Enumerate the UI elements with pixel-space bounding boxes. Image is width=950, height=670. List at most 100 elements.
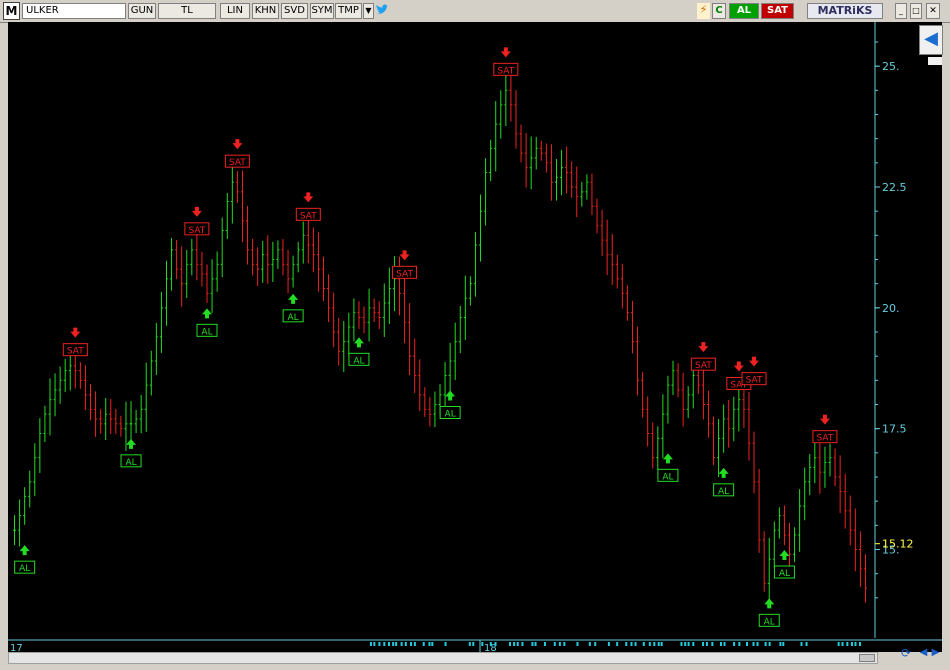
time-tick — [800, 642, 803, 646]
price-bar — [251, 238, 255, 276]
price-bar — [276, 240, 280, 269]
arrow-left-icon[interactable]: ◀ — [919, 25, 943, 55]
scroll-left-icon[interactable]: ◀ — [918, 643, 929, 663]
time-tick — [630, 642, 633, 646]
price-bar — [828, 443, 832, 477]
sell-signal: SAT — [62, 327, 88, 357]
time-tick — [723, 642, 726, 646]
time-tick — [607, 642, 610, 646]
price-bar — [423, 387, 427, 417]
khn-button[interactable]: KHN — [252, 3, 279, 19]
time-tick — [756, 642, 759, 646]
tmp-button[interactable]: TMP — [335, 3, 362, 19]
price-bar — [833, 448, 837, 487]
close-button[interactable]: ✕ — [926, 3, 940, 19]
svd-button[interactable]: SVD — [281, 3, 308, 19]
price-bar — [777, 507, 781, 539]
price-bar — [139, 394, 143, 434]
price-bar — [33, 443, 37, 497]
signal-label: AL — [201, 327, 212, 337]
time-tick — [563, 642, 566, 646]
scroll-thumb[interactable] — [859, 654, 875, 662]
price-bar — [473, 232, 477, 297]
price-bar — [717, 419, 721, 477]
chart-area[interactable]: 25. 22.5 20. 17.5 15. 15.12 AL SAT AL SAT AL SAT AL… — [8, 22, 942, 638]
sym-button[interactable]: SYM — [310, 3, 334, 19]
signal-label: SAT — [746, 376, 763, 386]
time-tick — [513, 642, 516, 646]
time-tick — [733, 642, 736, 646]
time-tick — [779, 642, 782, 646]
sync-icon[interactable]: ⟳ — [897, 643, 915, 663]
price-bar — [615, 254, 619, 289]
price-bar — [322, 256, 326, 301]
arrow-down-icon — [191, 206, 202, 217]
minimize-button[interactable]: _ — [895, 3, 907, 19]
time-tick — [764, 642, 767, 646]
time-tick — [494, 642, 497, 646]
signal-label: SAT — [497, 66, 514, 76]
refresh-button[interactable]: C — [712, 3, 726, 19]
y-axis: 25.22.520.17.515.15.12 — [875, 41, 914, 599]
price-bar — [853, 508, 857, 572]
price-bar — [342, 321, 346, 372]
price-bar — [18, 499, 22, 547]
price-bar — [489, 139, 493, 182]
price-bar — [529, 136, 533, 190]
price-bar — [164, 260, 168, 326]
price-bar — [671, 360, 675, 396]
price-bar — [240, 170, 244, 243]
price-bar — [271, 241, 275, 282]
price-bar — [494, 101, 498, 172]
time-tick — [692, 642, 695, 646]
sell-signal: SAT — [184, 206, 210, 236]
toolbar: M ULKER GUN TL LIN KHN SVD SYM TMP ▼ ⚡ C… — [0, 0, 950, 23]
horizontal-scrollbar[interactable] — [8, 652, 878, 664]
signal-label: AL — [764, 617, 775, 627]
scroll-up-icon[interactable] — [928, 57, 942, 65]
price-bar — [641, 372, 645, 418]
signal-label: SAT — [188, 226, 205, 236]
price-bar — [620, 263, 624, 309]
maximize-button[interactable]: □ — [910, 3, 922, 19]
price-chart[interactable]: 25.22.520.17.515.15.12 AL SAT AL SAT AL SAT AL… — [8, 22, 942, 638]
price-bar — [448, 342, 452, 394]
twitter-icon[interactable] — [375, 3, 389, 19]
buy-signal: AL — [282, 293, 304, 323]
scroll-right-icon[interactable]: ▶ — [930, 643, 941, 663]
symbol-input[interactable]: ULKER — [22, 3, 126, 19]
sell-badge[interactable]: SAT — [761, 3, 794, 19]
flash-icon[interactable]: ⚡ — [697, 3, 710, 19]
signal-label: AL — [718, 487, 729, 497]
arrow-down-icon — [733, 361, 744, 372]
price-bar — [200, 251, 204, 287]
time-axis: 17 18 — [8, 638, 942, 654]
matriks-logo[interactable]: M — [3, 2, 20, 20]
price-bar — [681, 372, 685, 427]
time-tick — [428, 642, 431, 646]
time-tick — [472, 642, 475, 646]
time-tick — [444, 642, 447, 646]
price-bar — [519, 124, 523, 163]
buy-badge[interactable]: AL — [729, 3, 759, 19]
arrow-up-icon — [445, 390, 456, 401]
period-button[interactable]: GUN — [128, 3, 156, 19]
arrow-down-icon — [399, 250, 410, 261]
time-tick — [768, 642, 771, 646]
scale-button[interactable]: LIN — [220, 3, 250, 19]
price-bar — [352, 298, 356, 342]
price-bar — [565, 146, 569, 194]
price-bar — [646, 396, 650, 447]
price-bar — [205, 264, 209, 304]
price-bar — [600, 209, 604, 256]
arrow-up-icon — [288, 293, 299, 304]
price-bar — [554, 158, 558, 201]
currency-button[interactable]: TL — [158, 3, 216, 19]
price-bar — [808, 454, 812, 496]
chevron-down-icon[interactable]: ▼ — [363, 3, 374, 19]
price-bar — [175, 239, 179, 280]
price-bar — [686, 386, 690, 418]
price-bar — [195, 233, 199, 281]
price-bar — [499, 90, 503, 139]
price-bar — [610, 233, 614, 286]
